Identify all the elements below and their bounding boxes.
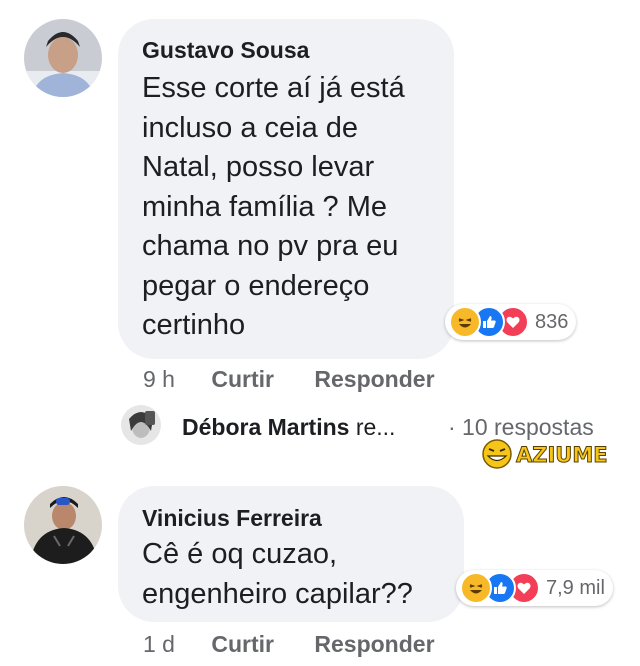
- avatar-debora[interactable]: [121, 405, 161, 445]
- comment-text-1: Esse corte aí já está incluso a ceia de …: [142, 72, 405, 341]
- reaction-count-1: 836: [535, 310, 569, 333]
- comment-time-1[interactable]: 9 h: [143, 366, 175, 393]
- reply-button-2[interactable]: Responder: [314, 631, 434, 658]
- reaction-summary-2[interactable]: 7,9 mil: [456, 570, 613, 606]
- comment-time-2[interactable]: 1 d: [143, 631, 175, 658]
- aziume-watermark: AZIUME: [480, 438, 620, 470]
- comment-actions-1: 9 h Curtir Responder: [143, 366, 435, 393]
- like-button-2[interactable]: Curtir: [211, 631, 274, 658]
- comment-text-2: Cê é oq cuzao, engenheiro capilar??: [142, 538, 413, 610]
- reaction-summary-1[interactable]: 836: [445, 304, 577, 340]
- reply-preview-text: re...: [349, 414, 396, 440]
- avatar-gustavo[interactable]: [24, 19, 102, 97]
- reply-author-name: Débora Martins: [182, 414, 350, 440]
- comment-actions-2: 1 d Curtir Responder: [143, 631, 435, 658]
- haha-icon: [449, 306, 481, 338]
- reply-count[interactable]: · 10 respostas: [448, 414, 594, 441]
- like-button-1[interactable]: Curtir: [211, 366, 274, 393]
- view-replies-link[interactable]: Débora Martins re...: [182, 414, 395, 441]
- comment-author-1[interactable]: Gustavo Sousa: [142, 37, 309, 64]
- comment-author-2[interactable]: Vinicius Ferreira: [142, 505, 322, 532]
- watermark-text: AZIUME: [516, 443, 608, 467]
- avatar-vinicius[interactable]: [24, 486, 102, 564]
- reaction-count-2: 7,9 mil: [546, 576, 605, 599]
- reply-button-1[interactable]: Responder: [314, 366, 434, 393]
- haha-icon: [460, 572, 492, 604]
